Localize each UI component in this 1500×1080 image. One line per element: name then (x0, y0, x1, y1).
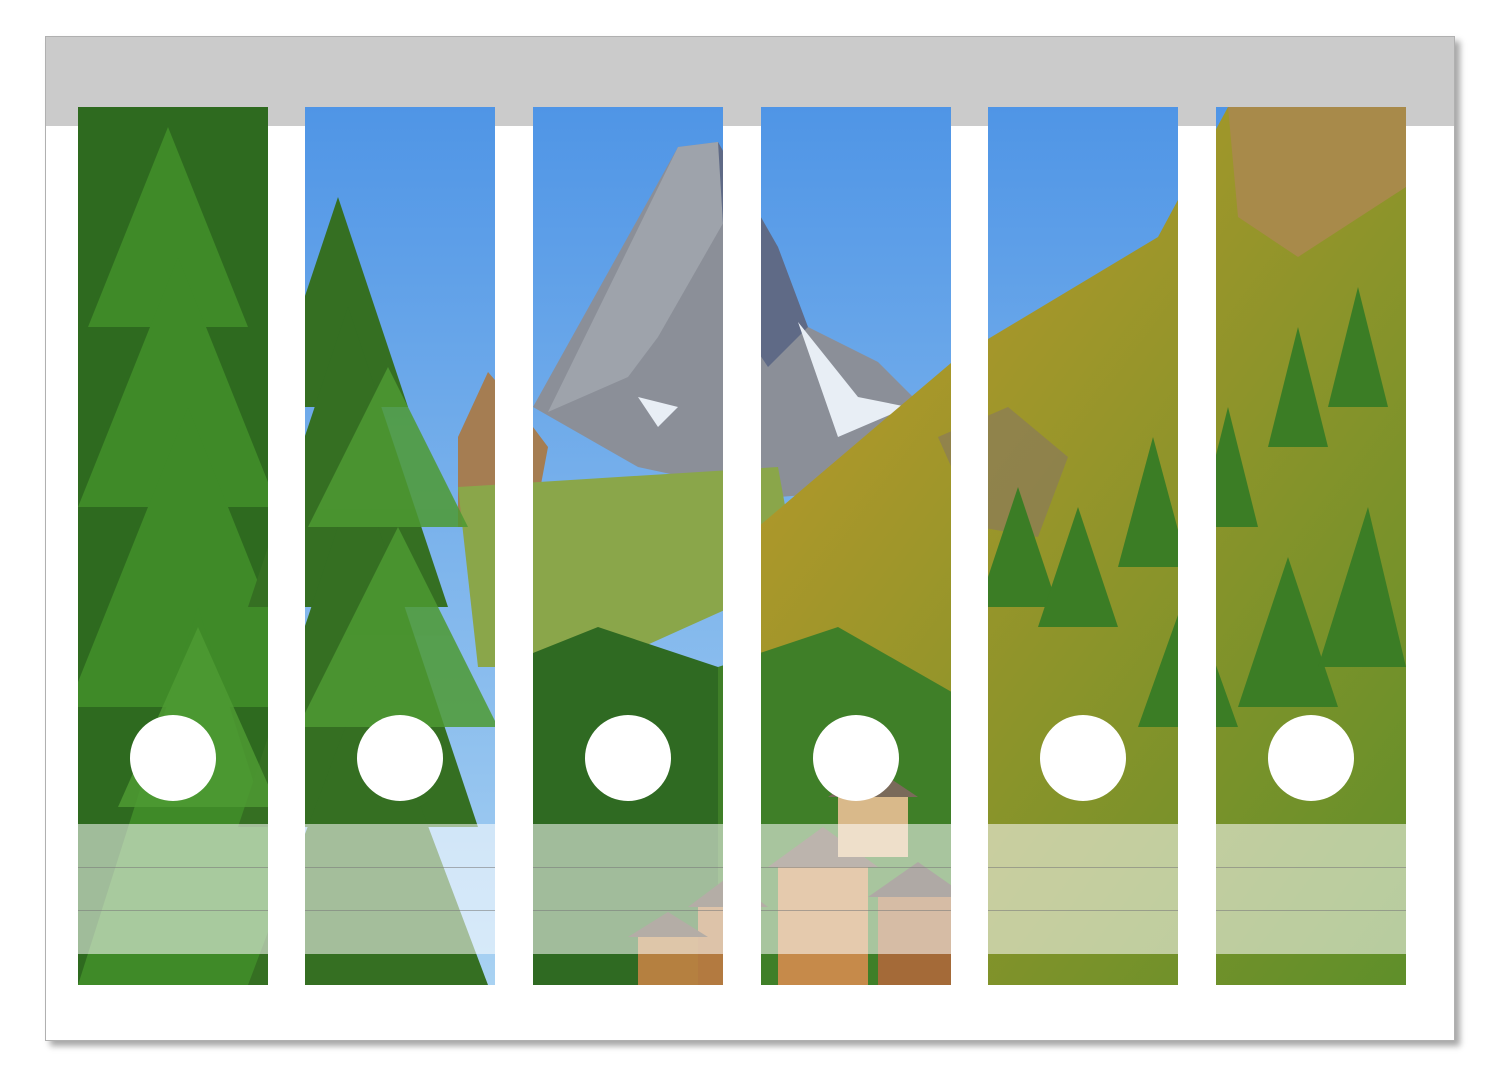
spine-label-5 (988, 107, 1178, 985)
writing-field (761, 824, 951, 954)
writing-line (533, 867, 723, 868)
writing-line (78, 867, 268, 868)
spine-label-4 (761, 107, 951, 985)
writing-field (78, 824, 268, 954)
finger-hole (585, 715, 671, 801)
writing-line (533, 910, 723, 911)
writing-line (78, 910, 268, 911)
writing-line (988, 867, 1178, 868)
spine-label-2 (305, 107, 495, 985)
writing-field (988, 824, 1178, 954)
writing-line (305, 867, 495, 868)
writing-line (1216, 867, 1406, 868)
writing-line (1216, 910, 1406, 911)
spine-label-1 (78, 107, 268, 985)
finger-hole (813, 715, 899, 801)
writing-line (761, 910, 951, 911)
writing-line (988, 910, 1178, 911)
writing-field (305, 824, 495, 954)
finger-hole (130, 715, 216, 801)
spine-label-6 (1216, 107, 1406, 985)
writing-line (305, 910, 495, 911)
finger-hole (357, 715, 443, 801)
writing-field (1216, 824, 1406, 954)
spine-label-3 (533, 107, 723, 985)
finger-hole (1268, 715, 1354, 801)
writing-line (761, 867, 951, 868)
writing-field (533, 824, 723, 954)
finger-hole (1040, 715, 1126, 801)
